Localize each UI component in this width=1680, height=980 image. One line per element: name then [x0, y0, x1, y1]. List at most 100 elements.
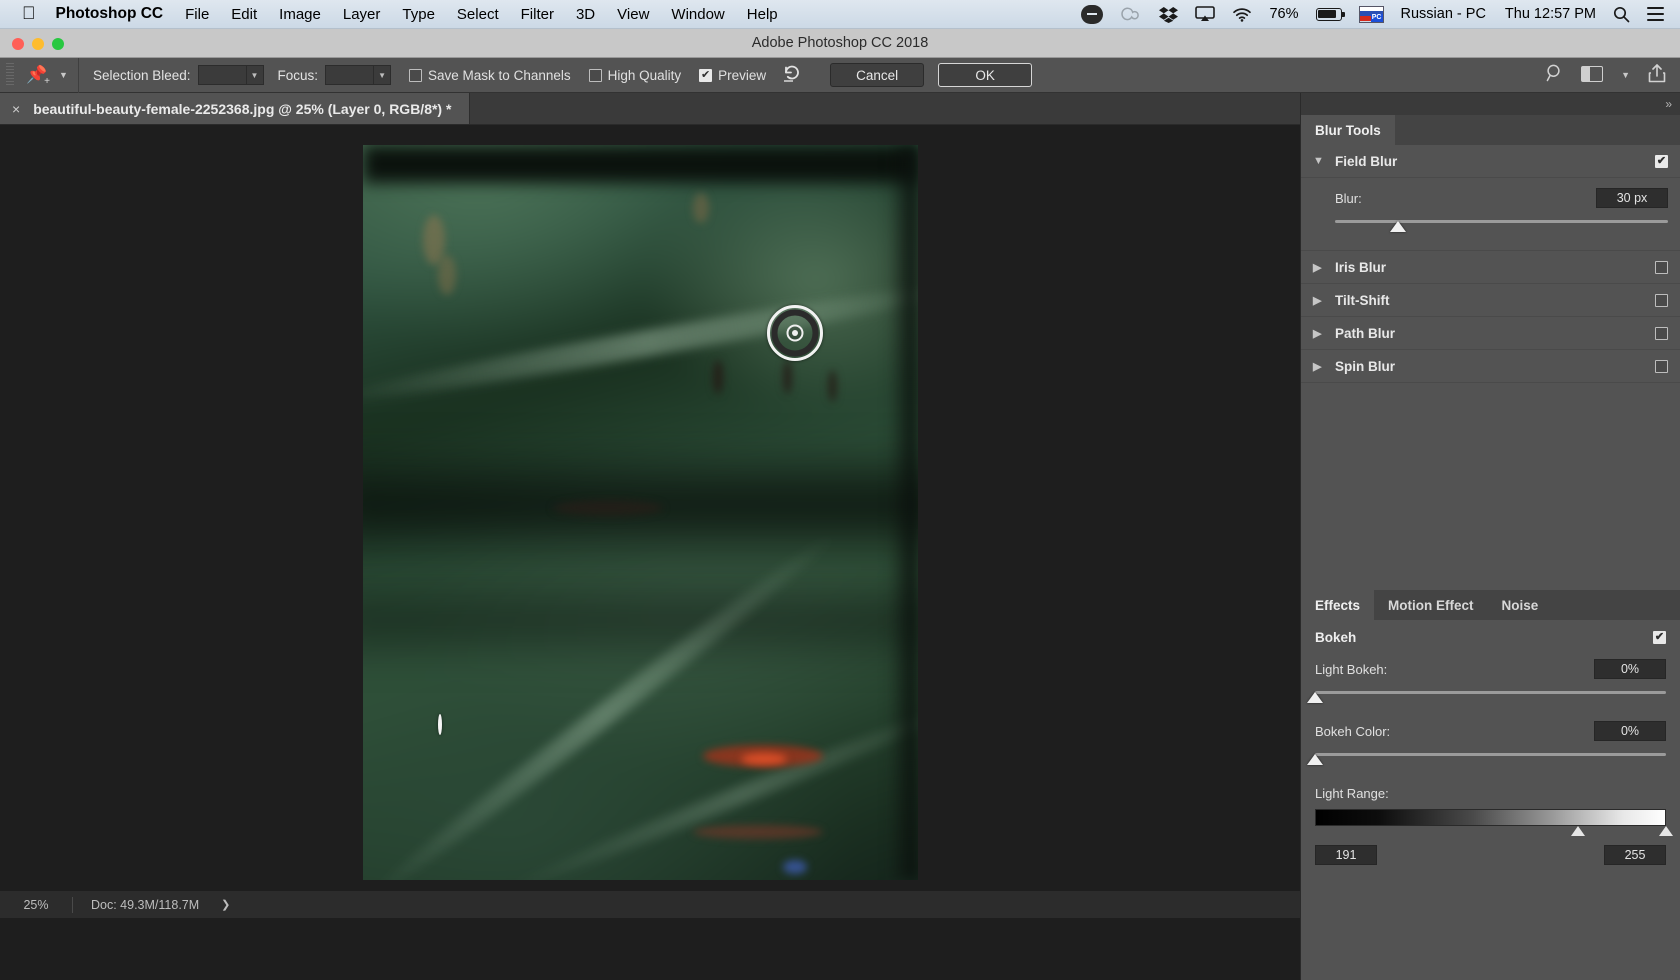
- menu-app-name[interactable]: Photoshop CC: [56, 5, 164, 23]
- cancel-button[interactable]: Cancel: [830, 63, 924, 87]
- preview-checkbox[interactable]: Preview: [699, 68, 766, 83]
- share-icon[interactable]: [1648, 64, 1666, 86]
- menu-clock[interactable]: Thu 12:57 PM: [1505, 6, 1596, 22]
- collapse-panels-icon[interactable]: »: [1665, 97, 1672, 111]
- spin-blur-enable-checkbox[interactable]: [1655, 360, 1668, 373]
- zoom-level-field[interactable]: 25%: [0, 898, 72, 912]
- reset-arrow-icon[interactable]: [782, 63, 802, 88]
- chevron-down-icon[interactable]: ▼: [59, 70, 68, 80]
- iris-blur-enable-checkbox[interactable]: [1655, 261, 1668, 274]
- bokeh-color-value-input[interactable]: 0%: [1594, 721, 1666, 741]
- keyboard-flag-icon[interactable]: PC: [1359, 6, 1384, 23]
- field-blur-body: Blur: 30 px: [1301, 178, 1680, 251]
- notification-center-icon[interactable]: [1647, 7, 1664, 21]
- section-header-iris-blur[interactable]: ▶ Iris Blur: [1301, 251, 1680, 284]
- blur-slider[interactable]: [1335, 216, 1668, 236]
- workspace-switcher-icon[interactable]: [1581, 66, 1603, 84]
- menu-item-select[interactable]: Select: [457, 6, 499, 23]
- menu-item-filter[interactable]: Filter: [521, 6, 554, 23]
- menu-item-file[interactable]: File: [185, 6, 209, 23]
- document-tab[interactable]: × beautiful-beauty-female-2252368.jpg @ …: [0, 93, 470, 124]
- menu-item-layer[interactable]: Layer: [343, 6, 381, 23]
- tab-effects[interactable]: Effects: [1301, 590, 1374, 620]
- light-bokeh-value-input[interactable]: 0%: [1594, 659, 1666, 679]
- high-quality-checkbox[interactable]: High Quality: [589, 68, 682, 83]
- effects-body: Bokeh Light Bokeh: 0% Bokeh Color: 0%: [1301, 620, 1680, 865]
- menu-item-view[interactable]: View: [617, 6, 649, 23]
- search-icon[interactable]: [1546, 64, 1563, 87]
- chevron-right-icon[interactable]: ▶: [1313, 360, 1323, 373]
- minimize-window-button[interactable]: [32, 38, 44, 50]
- document-image[interactable]: [363, 145, 918, 880]
- chevron-right-icon[interactable]: ▶: [1313, 261, 1323, 274]
- close-icon[interactable]: ×: [12, 101, 20, 117]
- focus-input[interactable]: ▼: [325, 65, 391, 85]
- wifi-icon[interactable]: [1232, 7, 1252, 22]
- menu-item-type[interactable]: Type: [402, 6, 435, 23]
- bokeh-enable-checkbox[interactable]: [1653, 631, 1666, 644]
- ok-button[interactable]: OK: [938, 63, 1032, 87]
- slider-thumb[interactable]: [1307, 692, 1323, 703]
- field-blur-enable-checkbox[interactable]: [1655, 155, 1668, 168]
- status-bar: 25% Doc: 49.3M/118.7M ❯: [0, 890, 1300, 918]
- tilt-shift-enable-checkbox[interactable]: [1655, 294, 1668, 307]
- options-bar: 📌+ ▼ Selection Bleed: ▼ Focus: ▼ Save Ma…: [0, 58, 1680, 93]
- apple-logo-icon[interactable]: : [22, 4, 36, 22]
- light-range-max-thumb[interactable]: [1659, 826, 1673, 836]
- document-size-info[interactable]: Doc: 49.3M/118.7M: [73, 898, 199, 912]
- bokeh-color-slider[interactable]: [1315, 749, 1666, 769]
- light-range-max-input[interactable]: 255: [1604, 845, 1666, 865]
- high-quality-label: High Quality: [608, 68, 682, 83]
- chevron-right-icon[interactable]: ▶: [1313, 327, 1323, 340]
- slider-track: [1315, 691, 1666, 694]
- blur-pin-tool-icon[interactable]: 📌+: [26, 65, 53, 85]
- tab-noise[interactable]: Noise: [1488, 590, 1553, 620]
- keyboard-layout-label[interactable]: Russian - PC: [1401, 6, 1486, 22]
- canvas-area[interactable]: [0, 125, 1300, 890]
- chevron-down-icon[interactable]: ▼: [373, 66, 390, 84]
- status-expand-icon[interactable]: ❯: [221, 898, 230, 911]
- selection-bleed-input[interactable]: ▼: [198, 65, 264, 85]
- maximize-window-button[interactable]: [52, 38, 64, 50]
- blur-pin-knob[interactable]: [438, 714, 442, 735]
- slider-thumb[interactable]: [1390, 221, 1406, 232]
- airplay-icon[interactable]: [1195, 6, 1215, 22]
- right-panel-dock: » Blur Tools ▼ Field Blur Blur: 30 px ▶ …: [1300, 93, 1680, 980]
- creative-cloud-icon[interactable]: [1120, 6, 1142, 22]
- menu-item-3d[interactable]: 3D: [576, 6, 595, 23]
- spotlight-search-icon[interactable]: [1613, 6, 1630, 23]
- blur-pin-secondary[interactable]: [438, 716, 442, 734]
- light-range-row: Light Range:: [1315, 783, 1666, 803]
- menu-item-image[interactable]: Image: [279, 6, 321, 23]
- blur-value-input[interactable]: 30 px: [1596, 188, 1668, 208]
- tab-motion-effects[interactable]: Motion Effect: [1374, 590, 1488, 620]
- leaf-speck: [438, 255, 456, 295]
- chevron-down-icon[interactable]: ▼: [1621, 70, 1630, 80]
- menu-item-window[interactable]: Window: [671, 6, 724, 23]
- section-label-iris-blur: Iris Blur: [1335, 260, 1386, 275]
- section-header-field-blur[interactable]: ▼ Field Blur: [1301, 145, 1680, 178]
- active-tool-selector[interactable]: 📌+ ▼: [20, 58, 79, 93]
- path-blur-enable-checkbox[interactable]: [1655, 327, 1668, 340]
- slider-thumb[interactable]: [1307, 754, 1323, 765]
- light-range-gradient[interactable]: [1315, 809, 1666, 826]
- tab-blur-tools[interactable]: Blur Tools: [1301, 115, 1395, 145]
- battery-icon[interactable]: [1316, 8, 1342, 21]
- menu-item-edit[interactable]: Edit: [231, 6, 257, 23]
- close-window-button[interactable]: [12, 38, 24, 50]
- section-header-tilt-shift[interactable]: ▶ Tilt-Shift: [1301, 284, 1680, 317]
- bokeh-color-row: Bokeh Color: 0%: [1315, 721, 1666, 741]
- chevron-right-icon[interactable]: ▶: [1313, 294, 1323, 307]
- dropbox-icon[interactable]: [1159, 6, 1178, 23]
- save-mask-to-channels-checkbox[interactable]: Save Mask to Channels: [409, 68, 571, 83]
- light-bokeh-slider[interactable]: [1315, 687, 1666, 707]
- chevron-down-icon[interactable]: ▼: [246, 66, 263, 84]
- light-range-min-input[interactable]: 191: [1315, 845, 1377, 865]
- chevron-down-icon[interactable]: ▼: [1313, 155, 1323, 167]
- section-header-path-blur[interactable]: ▶ Path Blur: [1301, 317, 1680, 350]
- do-not-disturb-icon[interactable]: [1081, 5, 1103, 24]
- section-header-spin-blur[interactable]: ▶ Spin Blur: [1301, 350, 1680, 383]
- menu-item-help[interactable]: Help: [747, 6, 778, 23]
- light-range-min-thumb[interactable]: [1571, 826, 1585, 836]
- options-bar-grip[interactable]: [6, 63, 14, 87]
